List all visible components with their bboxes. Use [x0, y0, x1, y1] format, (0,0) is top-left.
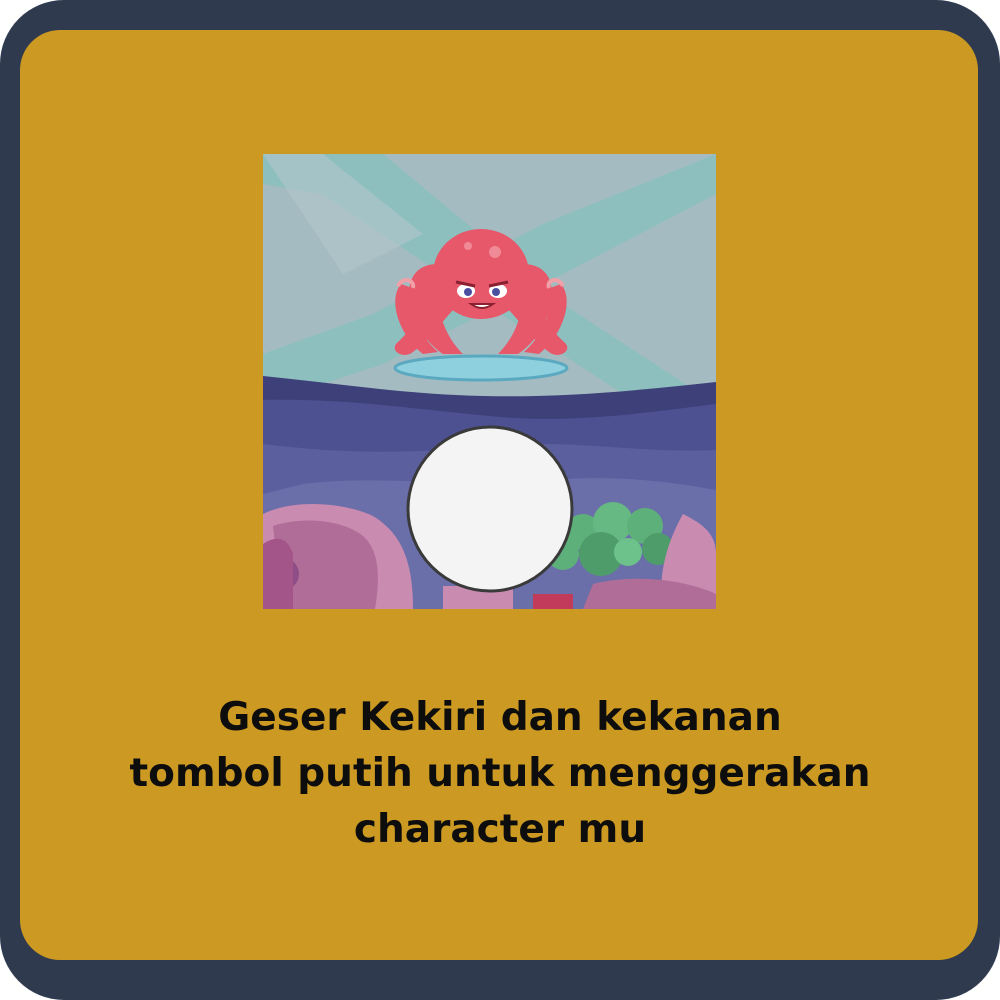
- instruction-line-3: character mu: [353, 807, 647, 852]
- instruction-text: Geser Kekiri dan kekanan tombol putih un…: [60, 690, 940, 858]
- coral-left-edge: [263, 538, 293, 609]
- platform: [393, 354, 569, 382]
- instruction-line-1: Geser Kekiri dan kekanan: [218, 695, 782, 740]
- gameplay-preview: [263, 154, 716, 609]
- gameplay-scene: [263, 154, 716, 609]
- red-coral: [533, 594, 573, 609]
- instruction-line-2: tombol putih untuk menggerakan: [129, 751, 871, 796]
- white-slider-button[interactable]: [406, 425, 574, 593]
